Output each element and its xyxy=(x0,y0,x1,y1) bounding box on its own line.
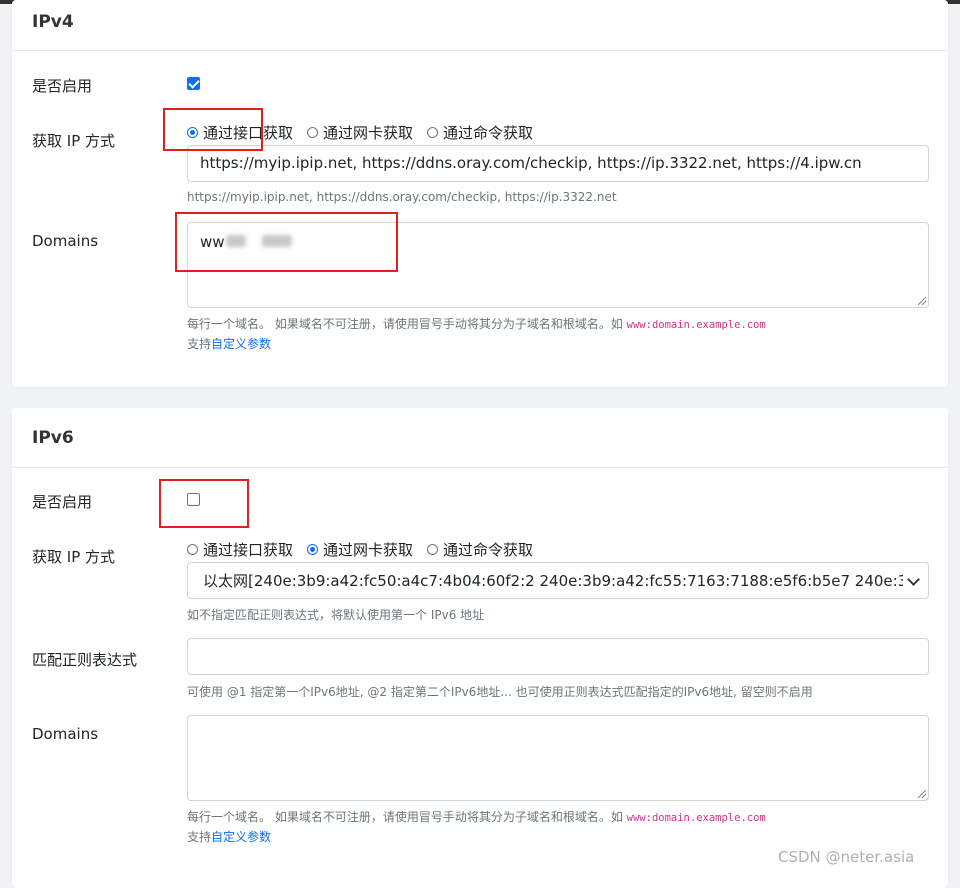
ipv6-method-label: 获取 IP 方式 xyxy=(32,548,116,566)
ipv6-regex-label: 匹配正则表达式 xyxy=(32,651,138,669)
ipv4-support-prefix: 支持 xyxy=(187,337,212,351)
ipv4-card: IPv4 是否启用 获取 IP 方式 通过接口获取 通过网卡获取 通过命令获取 … xyxy=(12,0,948,387)
ipv6-card-header: IPv6 xyxy=(12,408,948,468)
ipv6-radio-netcard-label: 通过网卡获取 xyxy=(323,541,414,559)
ipv6-radio-api-label: 通过接口获取 xyxy=(203,541,294,559)
ipv4-support-line: 支持自定义参数 xyxy=(187,335,271,352)
ipv6-title: IPv6 xyxy=(32,428,74,448)
ipv6-domains-help-text: 每行一个域名。 如果域名不可注册，请使用冒号手动将其分为子域名和根域名。如 xyxy=(187,810,623,824)
ipv4-url-help: https://myip.ipip.net, https://ddns.oray… xyxy=(187,190,617,204)
ipv6-domains-textarea[interactable] xyxy=(187,715,929,801)
ipv6-support-line: 支持自定义参数 xyxy=(187,828,271,845)
ipv4-radio-cmd-label: 通过命令获取 xyxy=(443,124,534,142)
ipv4-enable-checkbox[interactable] xyxy=(187,77,200,90)
ipv4-card-header: IPv4 xyxy=(12,0,948,51)
ipv6-regex-help: 可使用 @1 指定第一个IPv6地址, @2 指定第二个IPv6地址... 也可… xyxy=(187,685,813,699)
ipv4-custom-params-link[interactable]: 自定义参数 xyxy=(211,337,271,351)
radio-unselected-icon[interactable] xyxy=(187,544,198,555)
ipv6-radio-cmd-label: 通过命令获取 xyxy=(443,541,534,559)
ipv6-radio-netcard[interactable]: 通过网卡获取 xyxy=(307,539,413,560)
annotation-box-ipv6-enable xyxy=(159,479,249,528)
ipv4-radio-netcard[interactable]: 通过网卡获取 xyxy=(307,122,413,143)
ipv6-custom-params-link[interactable]: 自定义参数 xyxy=(211,830,271,844)
ipv6-support-prefix: 支持 xyxy=(187,830,212,844)
radio-selected-icon[interactable] xyxy=(307,544,319,555)
ipv6-domains-help: 每行一个域名。 如果域名不可注册，请使用冒号手动将其分为子域名和根域名。如 ww… xyxy=(187,808,766,825)
ipv4-domains-label: Domains xyxy=(32,232,99,250)
ipv6-regex-input[interactable] xyxy=(187,638,929,675)
chevron-down-icon[interactable] xyxy=(907,573,920,586)
ipv4-title: IPv4 xyxy=(32,12,74,32)
radio-unselected-icon[interactable] xyxy=(427,544,439,555)
ipv6-domains-help-code: www:domain.example.com xyxy=(626,812,766,824)
ipv6-domains-label: Domains xyxy=(32,725,99,743)
resize-grip-icon[interactable] xyxy=(918,297,926,305)
ipv4-domains-help-code: www:domain.example.com xyxy=(626,319,766,331)
ipv6-netcard-value: 以太网[240e:3b9:a42:fc50:a4c7:4b04:60f2:2 2… xyxy=(203,572,903,590)
ipv4-domains-help: 每行一个域名。 如果域名不可注册，请使用冒号手动将其分为子域名和根域名。如 ww… xyxy=(187,315,766,332)
radio-unselected-icon[interactable] xyxy=(427,127,439,138)
ipv6-radio-cmd[interactable]: 通过命令获取 xyxy=(427,539,533,560)
annotation-box-domains xyxy=(175,212,398,272)
ipv4-enable-label: 是否启用 xyxy=(32,77,93,95)
ipv6-card: IPv6 是否启用 获取 IP 方式 通过接口获取 通过网卡获取 通过命令获取 … xyxy=(12,408,948,888)
ipv6-netcard-select[interactable]: 以太网[240e:3b9:a42:fc50:a4c7:4b04:60f2:2 2… xyxy=(187,562,929,599)
radio-unselected-icon[interactable] xyxy=(307,127,319,138)
ipv4-radio-cmd[interactable]: 通过命令获取 xyxy=(427,122,533,143)
annotation-box-method xyxy=(163,108,263,151)
ipv4-method-label: 获取 IP 方式 xyxy=(32,132,116,150)
ipv4-radio-netcard-label: 通过网卡获取 xyxy=(323,124,414,142)
ipv6-radio-api[interactable]: 通过接口获取 xyxy=(187,539,293,560)
resize-grip-icon[interactable] xyxy=(918,790,926,798)
ipv6-enable-label: 是否启用 xyxy=(32,493,93,511)
watermark: CSDN @neter.asia xyxy=(778,848,915,866)
ipv4-url-input[interactable]: https://myip.ipip.net, https://ddns.oray… xyxy=(187,145,929,182)
ipv6-method-radios: 通过接口获取 通过网卡获取 通过命令获取 xyxy=(187,539,533,560)
ipv4-domains-help-text: 每行一个域名。 如果域名不可注册，请使用冒号手动将其分为子域名和根域名。如 xyxy=(187,317,623,331)
ipv6-netcard-help: 如不指定匹配正则表达式，将默认使用第一个 IPv6 地址 xyxy=(187,608,485,622)
